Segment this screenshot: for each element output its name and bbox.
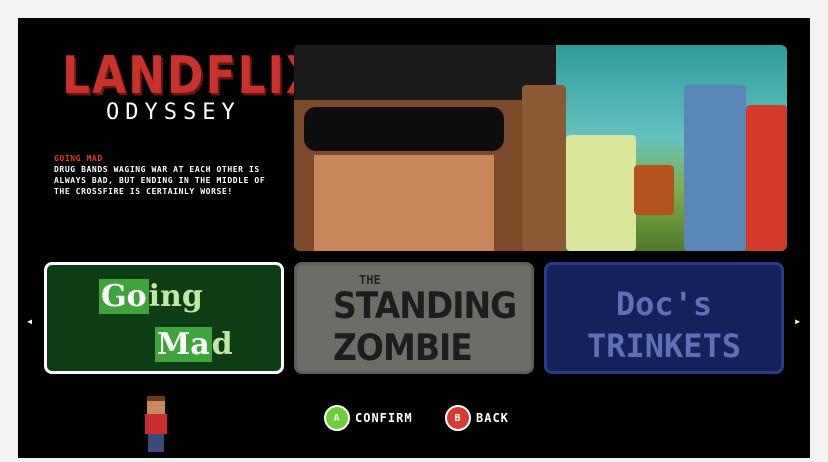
game-logo: LANDFLIX bbox=[62, 46, 322, 107]
confirm-label: CONFIRM bbox=[355, 411, 413, 425]
episode-tile-going-mad[interactable]: Going Mad bbox=[44, 262, 284, 374]
tile-title: Doc's TRINKETS bbox=[586, 285, 742, 365]
confirm-button[interactable]: A CONFIRM bbox=[324, 405, 413, 431]
back-button[interactable]: B BACK bbox=[445, 405, 509, 431]
character-gunman-art bbox=[684, 85, 746, 251]
turkey-art bbox=[634, 165, 674, 215]
episode-tile-standing-zombie[interactable]: THE STANDING ZOMBIE bbox=[294, 262, 534, 374]
game-screen: LANDFLIX ODYSSEY GOING MAD DRUG BANDS WA… bbox=[18, 18, 810, 458]
tile-title-line1: Going bbox=[99, 279, 203, 314]
episode-tile-docs-trinkets[interactable]: Doc's TRINKETS bbox=[544, 262, 784, 374]
carousel-left-arrow[interactable]: ◂ bbox=[26, 314, 33, 328]
episode-title: GOING MAD bbox=[54, 154, 103, 163]
tile-title: STANDING ZOMBIE bbox=[333, 283, 517, 369]
back-label: BACK bbox=[476, 411, 509, 425]
game-subtitle: ODYSSEY bbox=[106, 100, 241, 125]
character-old-man-art bbox=[566, 135, 636, 251]
b-button-icon: B bbox=[445, 405, 471, 431]
player-avatar bbox=[143, 396, 169, 454]
character-red-cap-art bbox=[746, 105, 787, 251]
face-skin-art bbox=[314, 155, 494, 251]
character-bald-art bbox=[522, 85, 566, 251]
hero-face-art bbox=[294, 45, 556, 251]
hat-art bbox=[294, 45, 556, 100]
carousel-right-arrow[interactable]: ▸ bbox=[794, 314, 801, 328]
a-button-icon: A bbox=[324, 405, 350, 431]
episode-artwork bbox=[294, 45, 787, 251]
tile-title-line2: Mad bbox=[155, 327, 233, 362]
episode-description: DRUG BANDS WAGING WAR AT EACH OTHER IS A… bbox=[54, 165, 266, 196]
episode-description-block: GOING MAD DRUG BANDS WAGING WAR AT EACH … bbox=[54, 153, 274, 197]
sunglasses-art bbox=[304, 107, 504, 151]
